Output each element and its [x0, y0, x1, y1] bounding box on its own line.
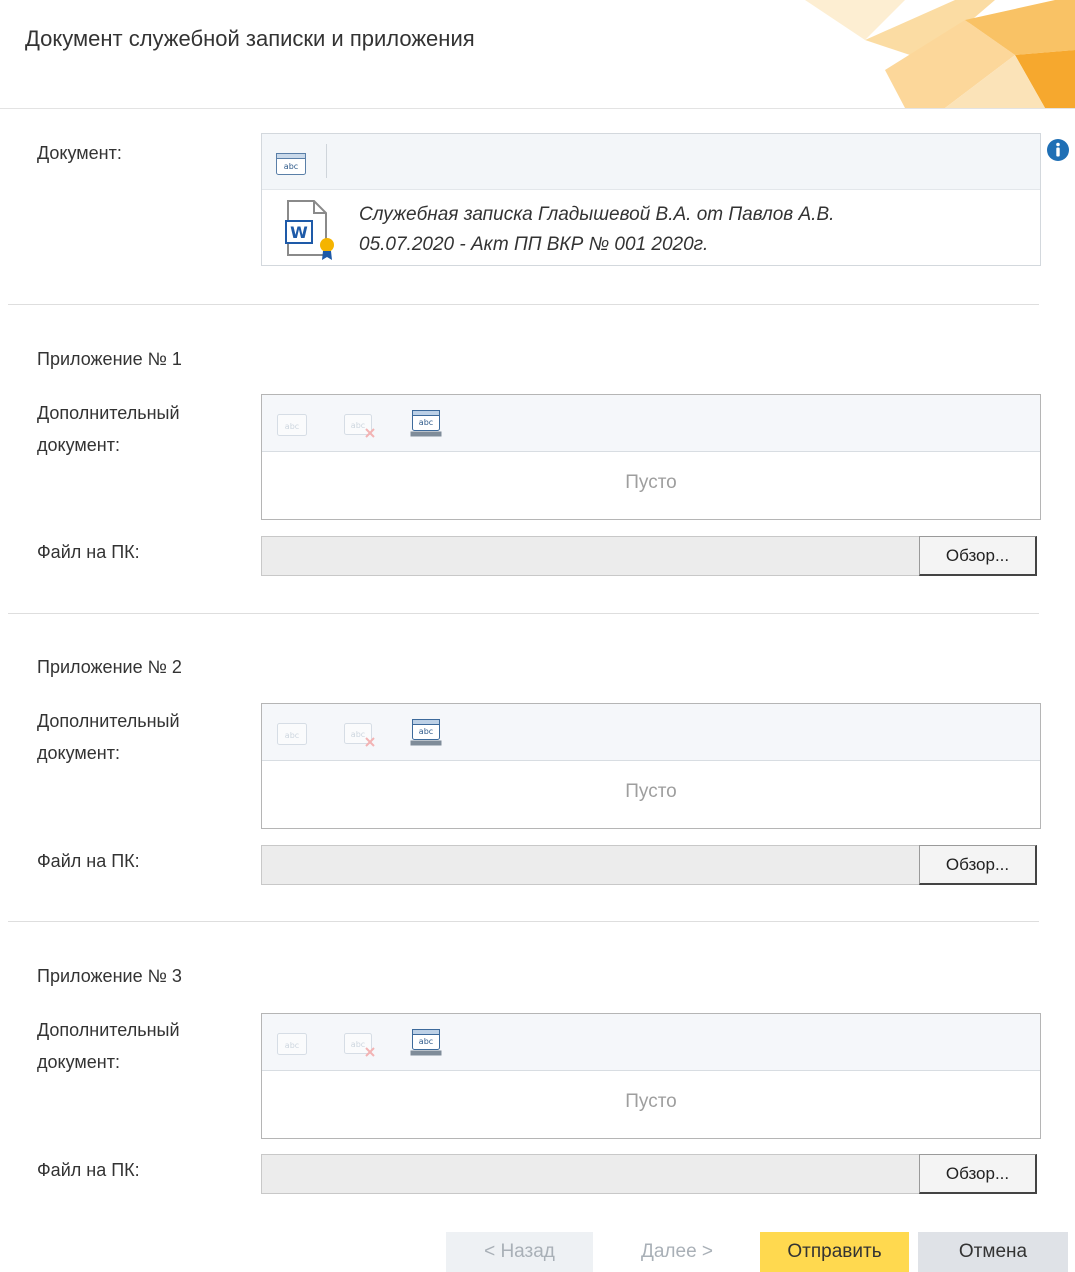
- svg-text:abc: abc: [284, 162, 298, 171]
- svg-text:abc: abc: [419, 727, 433, 736]
- attachment-3-toolbar: abc abc abc: [262, 1014, 1040, 1071]
- select-document-icon[interactable]: abc: [410, 719, 442, 747]
- open-document-icon: abc: [277, 723, 307, 745]
- select-document-icon[interactable]: abc: [276, 153, 306, 175]
- svg-text:abc: abc: [419, 1037, 433, 1046]
- svg-text:abc: abc: [419, 418, 433, 427]
- document-title[interactable]: Служебная записка Гладышевой В.А. от Пав…: [359, 200, 834, 260]
- next-button[interactable]: Далее >: [604, 1232, 750, 1272]
- dialog-title: Документ служебной записки и приложения: [25, 26, 475, 51]
- attachment-1-doc-label: Дополнительный документ:: [37, 403, 180, 455]
- attachment-1-title: Приложение № 1: [37, 349, 182, 369]
- svg-text:abc: abc: [351, 1040, 365, 1049]
- attachment-3-empty-text: Пусто: [625, 1091, 677, 1112]
- attachment-2-file-label: Файл на ПК:: [37, 851, 140, 871]
- document-entry[interactable]: W Служебная записка Гладышевой В.А. от П…: [262, 190, 1040, 265]
- attachment-3-file-input[interactable]: [261, 1154, 919, 1194]
- section-divider: [8, 921, 1039, 922]
- section-divider: [8, 613, 1039, 614]
- svg-text:W: W: [290, 223, 308, 242]
- header-decoration: [805, 0, 1075, 108]
- document-label: Документ:: [37, 143, 122, 163]
- attachment-2-empty-text: Пусто: [625, 781, 677, 802]
- info-icon[interactable]: [1046, 138, 1070, 162]
- attachment-3-file-label: Файл на ПК:: [37, 1160, 140, 1180]
- attachment-2-document-field: abc abc abc Пусто: [261, 703, 1041, 829]
- section-divider: [8, 304, 1039, 305]
- attachment-1-file-input[interactable]: [261, 536, 919, 576]
- remove-document-icon: abc: [344, 723, 375, 747]
- dialog-header: Документ служебной записки и приложения: [0, 0, 1075, 109]
- toolbar-separator: [326, 144, 327, 178]
- attachment-1-file-label: Файл на ПК:: [37, 542, 140, 562]
- svg-text:abc: abc: [285, 731, 299, 740]
- remove-document-icon: abc: [344, 414, 375, 438]
- attachment-2-file-input[interactable]: [261, 845, 919, 885]
- svg-text:abc: abc: [351, 730, 365, 739]
- document-title-line-1: Служебная записка Гладышевой В.А. от Пав…: [359, 204, 835, 225]
- open-document-icon: abc: [277, 414, 307, 436]
- attachment-3-document-field: abc abc abc Пусто: [261, 1013, 1041, 1139]
- document-field: abc W Служебная записка Гладышевой В.А. …: [261, 133, 1041, 266]
- remove-document-icon: abc: [344, 1033, 375, 1057]
- document-toolbar: abc: [262, 134, 1040, 190]
- word-document-icon: W: [285, 200, 334, 260]
- attachment-3-title: Приложение № 3: [37, 966, 182, 986]
- svg-text:abc: abc: [285, 1041, 299, 1050]
- attachment-1-document-field: abc abc abc Пусто: [261, 394, 1041, 520]
- open-document-icon: abc: [277, 1033, 307, 1055]
- svg-text:abc: abc: [351, 421, 365, 430]
- select-document-icon[interactable]: abc: [410, 410, 442, 438]
- attachment-2-doc-label: Дополнительный документ:: [37, 711, 180, 763]
- svg-text:abc: abc: [285, 422, 299, 431]
- attachment-2-toolbar: abc abc abc: [262, 704, 1040, 761]
- document-title-line-2: 05.07.2020 - Акт ПП ВКР № 001 2020г.: [359, 234, 709, 255]
- attachment-1-browse-button[interactable]: Обзор...: [919, 536, 1037, 576]
- attachment-2-title: Приложение № 2: [37, 657, 182, 677]
- attachment-3-doc-label: Дополнительный документ:: [37, 1020, 180, 1072]
- send-button[interactable]: Отправить: [760, 1232, 909, 1272]
- cancel-button[interactable]: Отмена: [918, 1232, 1068, 1272]
- attachment-1-empty-text: Пусто: [625, 472, 677, 493]
- attachment-2-browse-button[interactable]: Обзор...: [919, 845, 1037, 885]
- back-button[interactable]: < Назад: [446, 1232, 593, 1272]
- attachment-3-browse-button[interactable]: Обзор...: [919, 1154, 1037, 1194]
- attachment-1-toolbar: abc abc abc: [262, 395, 1040, 452]
- select-document-icon[interactable]: abc: [410, 1029, 442, 1057]
